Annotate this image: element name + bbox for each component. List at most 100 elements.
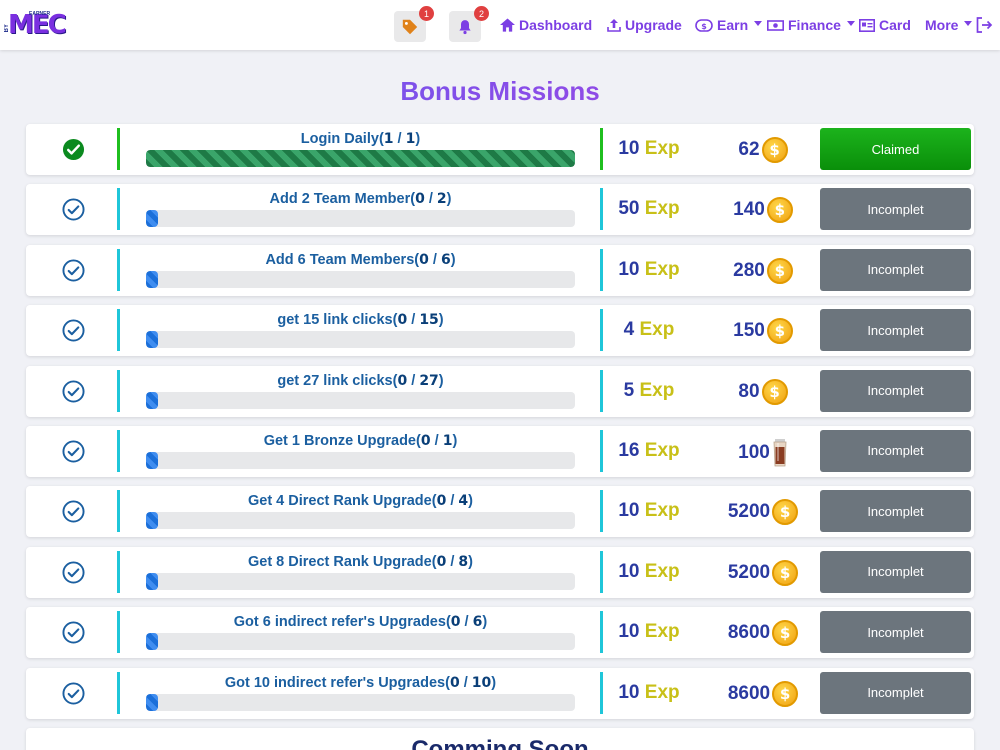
- mission-progress-bar: [146, 693, 575, 711]
- mission-progress-fill: [146, 512, 158, 530]
- mission-exp-value: 10: [618, 258, 640, 280]
- coin-icon: $: [772, 559, 799, 586]
- row-divider: [600, 248, 603, 291]
- mission-done-count: 0: [419, 251, 429, 268]
- mission-reward-value: 280: [733, 259, 765, 281]
- notifications-badge: 2: [474, 6, 489, 21]
- logout-icon: [976, 17, 993, 33]
- bell-icon: [459, 20, 471, 35]
- mission-status-button[interactable]: Incomplet: [820, 671, 971, 714]
- mission-title: Get 8 Direct Rank Upgrade(0 / 8): [247, 553, 473, 570]
- offers-button[interactable]: 1: [394, 6, 434, 42]
- coin-icon: $: [772, 499, 799, 526]
- check-circle-icon: [62, 440, 85, 463]
- mission-status-button[interactable]: Incomplet: [820, 188, 971, 231]
- mission-reward-value: 5200: [727, 501, 771, 523]
- mission-row: Add 2 Team Member(0 / 2) 50 Exp 140 $ In…: [26, 184, 974, 236]
- tag-icon: [402, 19, 418, 34]
- drink-icon: [772, 438, 788, 467]
- mission-progress-fill: [146, 270, 158, 288]
- mission-done-count: 0: [415, 191, 425, 208]
- check-circle-icon: [62, 380, 85, 403]
- row-divider: [600, 611, 603, 654]
- mission-exp-value: 10: [618, 560, 640, 582]
- mission-status-button[interactable]: Incomplet: [820, 369, 971, 412]
- mission-name: Add 6 Team Members: [265, 251, 415, 268]
- row-divider: [117, 128, 120, 170]
- nav-finance[interactable]: Finance: [767, 15, 855, 35]
- nav-card-label: Card: [879, 17, 911, 33]
- svg-text:$: $: [701, 22, 707, 31]
- mission-name: Get 8 Direct Rank Upgrade: [247, 553, 432, 570]
- mission-status-button[interactable]: Claimed: [820, 128, 971, 170]
- mission-status-button[interactable]: Incomplet: [820, 248, 971, 291]
- nav-upgrade[interactable]: Upgrade: [607, 15, 682, 35]
- mission-row: get 15 link clicks(0 / 15) 4 Exp 150 $ I…: [26, 305, 974, 357]
- logout-button[interactable]: [976, 15, 993, 35]
- notifications-button[interactable]: 2: [449, 6, 489, 42]
- mission-progress-bar: [146, 331, 575, 349]
- chevron-down-icon: [846, 20, 855, 26]
- mission-title: Get 1 Bronze Upgrade(0 / 1): [263, 432, 458, 449]
- mission-exp-value: 5: [623, 379, 635, 401]
- row-divider: [600, 550, 603, 593]
- mission-status-button[interactable]: Incomplet: [820, 429, 971, 472]
- top-navbar: BY MEC EARNER 1 2 Dashboard Upgrade $ Ea…: [0, 0, 1000, 50]
- mission-exp-label: Exp: [644, 258, 680, 280]
- nav-earn[interactable]: $ Earn: [695, 15, 763, 35]
- mission-reward: 5200 $: [708, 499, 818, 526]
- nav-more[interactable]: More: [925, 15, 973, 35]
- mission-exp-label: Exp: [644, 138, 680, 159]
- mission-progress-fill: [146, 451, 158, 469]
- mission-title: Add 6 Team Members(0 / 6): [265, 251, 456, 268]
- mission-reward-value: 150: [733, 320, 765, 342]
- mission-name: get 27 link clicks: [277, 372, 393, 389]
- nav-card[interactable]: Card: [859, 15, 911, 35]
- row-divider: [600, 369, 603, 412]
- mission-reward: 100: [708, 438, 818, 467]
- brand-logo[interactable]: BY MEC EARNER: [4, 10, 67, 40]
- mission-row: Add 6 Team Members(0 / 6) 10 Exp 280 $ I…: [26, 244, 974, 296]
- nav-dashboard[interactable]: Dashboard: [500, 15, 592, 35]
- mission-progress-bar: [146, 512, 575, 530]
- mission-title: Got 6 indirect refer's Upgrades(0 / 6): [233, 614, 488, 631]
- mission-exp-value: 4: [623, 319, 635, 341]
- check-circle-icon: [62, 621, 85, 644]
- mission-exp-value: 50: [618, 198, 640, 220]
- mission-progress-bar: [146, 451, 575, 469]
- mission-total-count: 8: [458, 553, 469, 570]
- mission-row: get 27 link clicks(0 / 27) 5 Exp 80 $ In…: [26, 365, 974, 417]
- check-circle-icon: [62, 259, 85, 282]
- mission-row: Get 1 Bronze Upgrade(0 / 1) 16 Exp 100 I…: [26, 425, 974, 477]
- mission-row: Got 10 indirect refer's Upgrades(0 / 10)…: [26, 667, 974, 719]
- mission-status-button[interactable]: Incomplet: [820, 611, 971, 654]
- mission-exp-value: 10: [618, 500, 640, 522]
- mission-status-button[interactable]: Incomplet: [820, 309, 971, 352]
- mission-progress-fill: [146, 693, 158, 711]
- mission-status-button[interactable]: Incomplet: [820, 490, 971, 533]
- mission-status-button[interactable]: Incomplet: [820, 550, 971, 593]
- row-divider: [117, 248, 120, 291]
- mission-row: Get 4 Direct Rank Upgrade(0 / 4) 10 Exp …: [26, 486, 974, 538]
- mission-reward-value: 8600: [727, 682, 771, 704]
- mission-done-count: 0: [420, 432, 431, 449]
- mission-progress-bar: [146, 150, 575, 167]
- mission-reward: 280 $: [708, 257, 818, 284]
- mission-progress-fill: [146, 391, 158, 409]
- mission-title: Get 4 Direct Rank Upgrade(0 / 4): [247, 493, 473, 510]
- mission-exp: 10 Exp: [604, 138, 694, 160]
- mission-progress-bar: [146, 270, 575, 288]
- mission-exp-label: Exp: [644, 621, 680, 643]
- mission-exp: 5 Exp: [604, 380, 694, 402]
- check-circle-icon: [62, 319, 85, 342]
- logo-tag: EARNER: [29, 11, 51, 17]
- row-divider: [600, 128, 603, 170]
- cash-icon: [767, 19, 784, 31]
- row-divider: [117, 429, 120, 472]
- mission-done-count: 0: [436, 553, 447, 570]
- mission-row: Got 6 indirect refer's Upgrades(0 / 6) 1…: [26, 607, 974, 659]
- mission-exp-label: Exp: [644, 681, 680, 703]
- coin-icon: $: [761, 378, 788, 405]
- mission-name: Login Daily: [300, 131, 379, 147]
- mission-reward: 140 $: [708, 197, 818, 224]
